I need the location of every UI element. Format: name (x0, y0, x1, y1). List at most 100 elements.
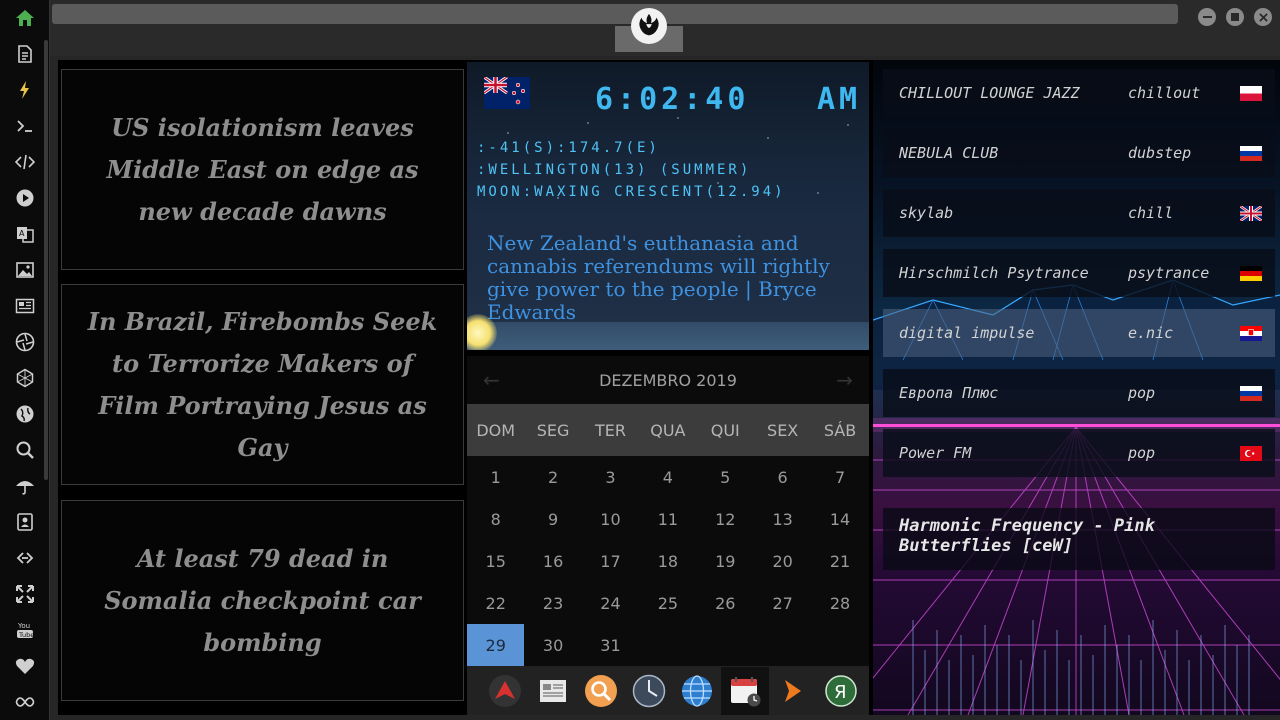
calendar-day[interactable]: 16 (524, 540, 581, 582)
calendar-day-today[interactable]: 29 (467, 624, 525, 666)
search-icon[interactable] (13, 438, 37, 462)
infinity-icon[interactable] (13, 690, 37, 714)
calendar-day[interactable]: 11 (639, 498, 696, 540)
calendar-day[interactable]: 21 (811, 540, 868, 582)
minimize-button[interactable] (1198, 8, 1216, 26)
station-item[interactable]: Power FM pop (883, 429, 1275, 477)
calendar-day[interactable]: 2 (524, 456, 581, 498)
calendar-day[interactable]: 20 (754, 540, 811, 582)
contacts-icon[interactable] (13, 510, 37, 534)
calendar-day[interactable]: 8 (467, 498, 524, 540)
calendar-weekdays: DOM SEG TER QUA QUI SEX SÁB (467, 404, 869, 456)
russia-flag-icon (1240, 385, 1262, 401)
news-card[interactable]: In Brazil, Firebombs Seek to Terrorize M… (61, 284, 464, 485)
news-card[interactable]: US isolationism leaves Middle East on ed… (61, 69, 464, 270)
calendar-day[interactable]: 27 (754, 582, 811, 624)
calendar-week-row: 8 9 10 11 12 13 14 (467, 498, 869, 540)
calendar-day[interactable]: 23 (524, 582, 581, 624)
station-name: skylab (899, 204, 954, 222)
news-card[interactable]: At least 79 dead in Somalia checkpoint c… (61, 500, 464, 701)
calendar-day[interactable]: 17 (582, 540, 639, 582)
clock-news-text: New Zealand's euthanasia and cannabis re… (487, 231, 830, 324)
calendar-day[interactable]: 9 (524, 498, 581, 540)
station-genre: e.nic (1128, 324, 1174, 342)
prev-month-icon[interactable]: ← (483, 368, 500, 392)
link-icon[interactable] (13, 546, 37, 570)
calendar-week-row: 1234567 (467, 456, 869, 498)
globe-icon[interactable] (13, 402, 37, 426)
calendar-day[interactable]: 7 (811, 456, 868, 498)
clock-location: :WELLINGTON(13) (SUMMER) (477, 162, 752, 178)
station-item[interactable]: CHILLOUT LOUNGE JAZZ chillout (883, 69, 1275, 117)
yandex-icon[interactable]: Я (817, 667, 865, 715)
maximize-button[interactable] (1226, 8, 1244, 26)
play-icon[interactable] (13, 186, 37, 210)
new-zealand-flag-icon (484, 77, 530, 109)
translate-icon[interactable]: A (13, 222, 37, 246)
calendar-week-row: 22 23 24 25 26 27 28 (467, 582, 869, 624)
address-bar[interactable] (52, 4, 1178, 24)
rebel-alliance-logo-icon[interactable] (631, 8, 667, 44)
browser-globe-icon[interactable] (673, 667, 721, 715)
calendar-day[interactable]: 6 (754, 456, 811, 498)
calendar-day[interactable]: 31 (582, 624, 639, 666)
calendar-day[interactable]: 15 (467, 540, 524, 582)
station-item[interactable]: Hirschmilch Psytrance psytrance (883, 249, 1275, 297)
close-button[interactable] (1254, 8, 1272, 26)
app-window: A You Tube US isolationism leaves Middle… (0, 0, 1280, 720)
turkey-flag-icon (1240, 445, 1262, 461)
arrow-app-icon[interactable] (481, 667, 529, 715)
station-item[interactable]: NEBULA CLUB dubstep (883, 129, 1275, 177)
play-arrow-icon[interactable] (769, 667, 817, 715)
calendar-day[interactable]: 24 (582, 582, 639, 624)
station-name: Hirschmilch Psytrance (899, 264, 1089, 282)
search-app-icon[interactable] (577, 667, 625, 715)
heart-icon[interactable] (13, 654, 37, 678)
station-item[interactable]: digital impulse e.nic (883, 309, 1275, 357)
newspaper-icon[interactable] (13, 294, 37, 318)
calendar-day[interactable]: 30 (524, 624, 581, 666)
clock-app-icon[interactable] (625, 667, 673, 715)
calendar-app-icon[interactable] (721, 666, 769, 715)
station-item[interactable]: Европа Плюс pop (883, 369, 1275, 417)
icon-sidebar: A You Tube (0, 0, 50, 720)
news-reader-icon[interactable] (529, 667, 577, 715)
germany-flag-icon (1240, 265, 1262, 281)
calendar-day[interactable]: 14 (811, 498, 868, 540)
weekday-label: DOM (476, 420, 516, 440)
expand-icon[interactable] (13, 582, 37, 606)
lightning-icon[interactable] (13, 78, 37, 102)
calendar-day[interactable]: 25 (639, 582, 696, 624)
calendar-day[interactable]: 4 (639, 456, 696, 498)
calendar-day[interactable]: 10 (582, 498, 639, 540)
calendar-day[interactable]: 1 (467, 456, 524, 498)
home-icon[interactable] (13, 6, 37, 30)
calendar-day[interactable]: 18 (639, 540, 696, 582)
uk-flag-icon (1240, 205, 1262, 221)
youtube-icon[interactable]: You Tube (13, 618, 37, 642)
clock-news-headline[interactable]: New Zealand's euthanasia and cannabis re… (467, 212, 869, 324)
calendar-day[interactable]: 26 (697, 582, 754, 624)
code-icon[interactable] (13, 150, 37, 174)
calendar-week-row: 29 30 31 (467, 624, 869, 666)
svg-text:A: A (19, 229, 25, 238)
calendar-day[interactable]: 5 (697, 456, 754, 498)
sidebar-scrollbar[interactable] (44, 40, 48, 480)
calendar-day[interactable]: 13 (754, 498, 811, 540)
calendar-day[interactable]: 3 (582, 456, 639, 498)
calendar-day[interactable]: 19 (697, 540, 754, 582)
document-icon[interactable] (13, 42, 37, 66)
image-icon[interactable] (13, 258, 37, 282)
calendar-day[interactable]: 12 (697, 498, 754, 540)
calendar-day (697, 624, 754, 666)
calendar-day[interactable]: 22 (467, 582, 524, 624)
calendar-day[interactable]: 28 (811, 582, 868, 624)
news-headline: In Brazil, Firebombs Seek to Terrorize M… (87, 306, 438, 462)
aperture-icon[interactable] (13, 330, 37, 354)
umbrella-icon[interactable] (13, 474, 37, 498)
hexagon-icon[interactable] (13, 366, 37, 390)
terminal-icon[interactable] (13, 114, 37, 138)
station-item[interactable]: skylab chill (883, 189, 1275, 237)
news-headline: At least 79 dead in Somalia checkpoint c… (104, 543, 421, 657)
next-month-icon[interactable]: → (836, 368, 853, 392)
